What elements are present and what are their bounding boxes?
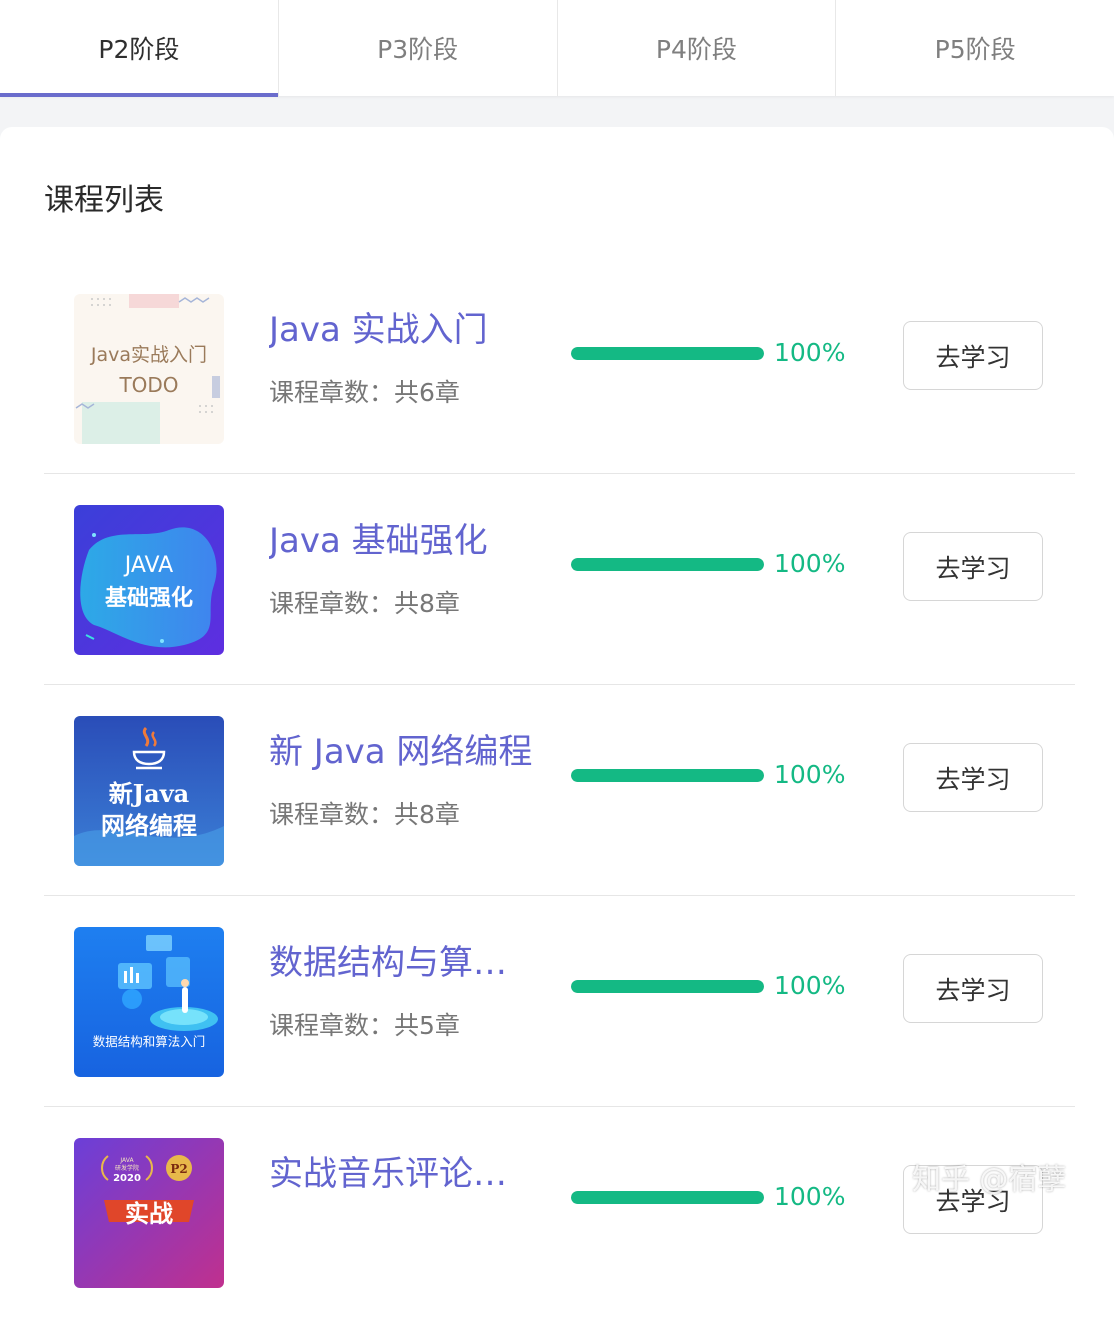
course-item: 数据结构和算法入门 数据结构与算法… 课程章数：共5章 100% 去学习 (44, 895, 1075, 1107)
tab-p5[interactable]: P5阶段 (836, 0, 1114, 96)
course-thumbnail[interactable]: JAVA 基础强化 (74, 505, 224, 655)
course-title[interactable]: 数据结构与算法… (269, 935, 539, 984)
course-thumbnail[interactable]: JAVA 研发学院 2020 P2 实战 (74, 1138, 224, 1288)
course-chapters: 课程章数：共6章 (269, 378, 460, 407)
progress-fill (571, 769, 764, 782)
cover-text: 数据结构和算法入门 (93, 1034, 206, 1049)
course-cover-image: Java实战入门 TODO (74, 294, 224, 444)
progress-bar (571, 1191, 764, 1204)
cover-text: JAVA (123, 553, 173, 578)
go-learn-button[interactable]: 去学习 (903, 743, 1043, 812)
progress-bar (571, 558, 764, 571)
cover-text: P2 (170, 1162, 187, 1176)
cover-text: Java实战入门 (90, 344, 207, 366)
progress-bar (571, 347, 764, 360)
cover-text: 基础强化 (105, 585, 193, 611)
course-item: JAVA 基础强化 Java 基础强化 课程章数：共8章 100% 去学习 (44, 473, 1075, 685)
go-learn-button[interactable]: 去学习 (903, 954, 1043, 1023)
course-item: Java实战入门 TODO Java 实战入门 课程章数：共6章 100% 去学… (44, 262, 1075, 474)
go-learn-button[interactable]: 去学习 (903, 321, 1043, 390)
course-cover-image: JAVA 基础强化 (74, 505, 224, 655)
tab-p4[interactable]: P4阶段 (558, 0, 837, 96)
course-thumbnail[interactable]: 数据结构和算法入门 (74, 927, 224, 1077)
cover-text: 2020 (113, 1173, 141, 1184)
course-thumbnail[interactable]: 新Java 网络编程 (74, 716, 224, 866)
course-title[interactable]: Java 基础强化 (269, 513, 539, 562)
course-title[interactable]: 新 Java 网络编程 (269, 724, 539, 773)
go-learn-button[interactable]: 去学习 (903, 532, 1043, 601)
cover-text: TODO (118, 373, 178, 397)
cover-text: 研发学院 (115, 1164, 139, 1172)
course-cover-image: 新Java 网络编程 (74, 716, 224, 866)
course-title[interactable]: Java 实战入门 (269, 302, 539, 351)
tab-p3[interactable]: P3阶段 (279, 0, 558, 96)
course-item: 新Java 网络编程 新 Java 网络编程 课程章数：共8章 100% 去学习 (44, 684, 1075, 896)
progress-fill (571, 558, 764, 571)
progress-percent: 100% (774, 549, 846, 578)
progress-fill (571, 347, 764, 360)
cover-text: 实战 (125, 1199, 173, 1228)
course-item: JAVA 研发学院 2020 P2 实战 实战音乐评论分析 100% 去学习 (44, 1106, 1075, 1317)
course-title[interactable]: 实战音乐评论分析 (269, 1146, 539, 1195)
cover-text: 新Java (109, 779, 189, 808)
progress-percent: 100% (774, 971, 846, 1000)
tab-p2[interactable]: P2阶段 (0, 0, 279, 97)
progress-fill (571, 1191, 764, 1204)
go-learn-button[interactable]: 去学习 (903, 1165, 1043, 1234)
cover-text: JAVA (119, 1157, 134, 1164)
section-title: 课程列表 (44, 183, 164, 218)
progress-fill (571, 980, 764, 993)
course-chapters: 课程章数：共8章 (269, 589, 460, 618)
course-chapters: 课程章数：共8章 (269, 800, 460, 829)
course-list-card: 课程列表 Java实战入门 TODO Java 实战入门 课程章数：共6章 10… (0, 127, 1114, 1327)
progress-percent: 100% (774, 760, 846, 789)
cover-text: 网络编程 (101, 811, 197, 840)
progress-percent: 100% (774, 338, 846, 367)
course-cover-image: 数据结构和算法入门 (74, 927, 224, 1077)
progress-bar (571, 769, 764, 782)
stage-tabs: P2阶段 P3阶段 P4阶段 P5阶段 (0, 0, 1114, 97)
progress-bar (571, 980, 764, 993)
course-cover-image: JAVA 研发学院 2020 P2 实战 (74, 1138, 224, 1288)
progress-percent: 100% (774, 1182, 846, 1211)
course-chapters: 课程章数：共5章 (269, 1011, 460, 1040)
course-thumbnail[interactable]: Java实战入门 TODO (74, 294, 224, 444)
